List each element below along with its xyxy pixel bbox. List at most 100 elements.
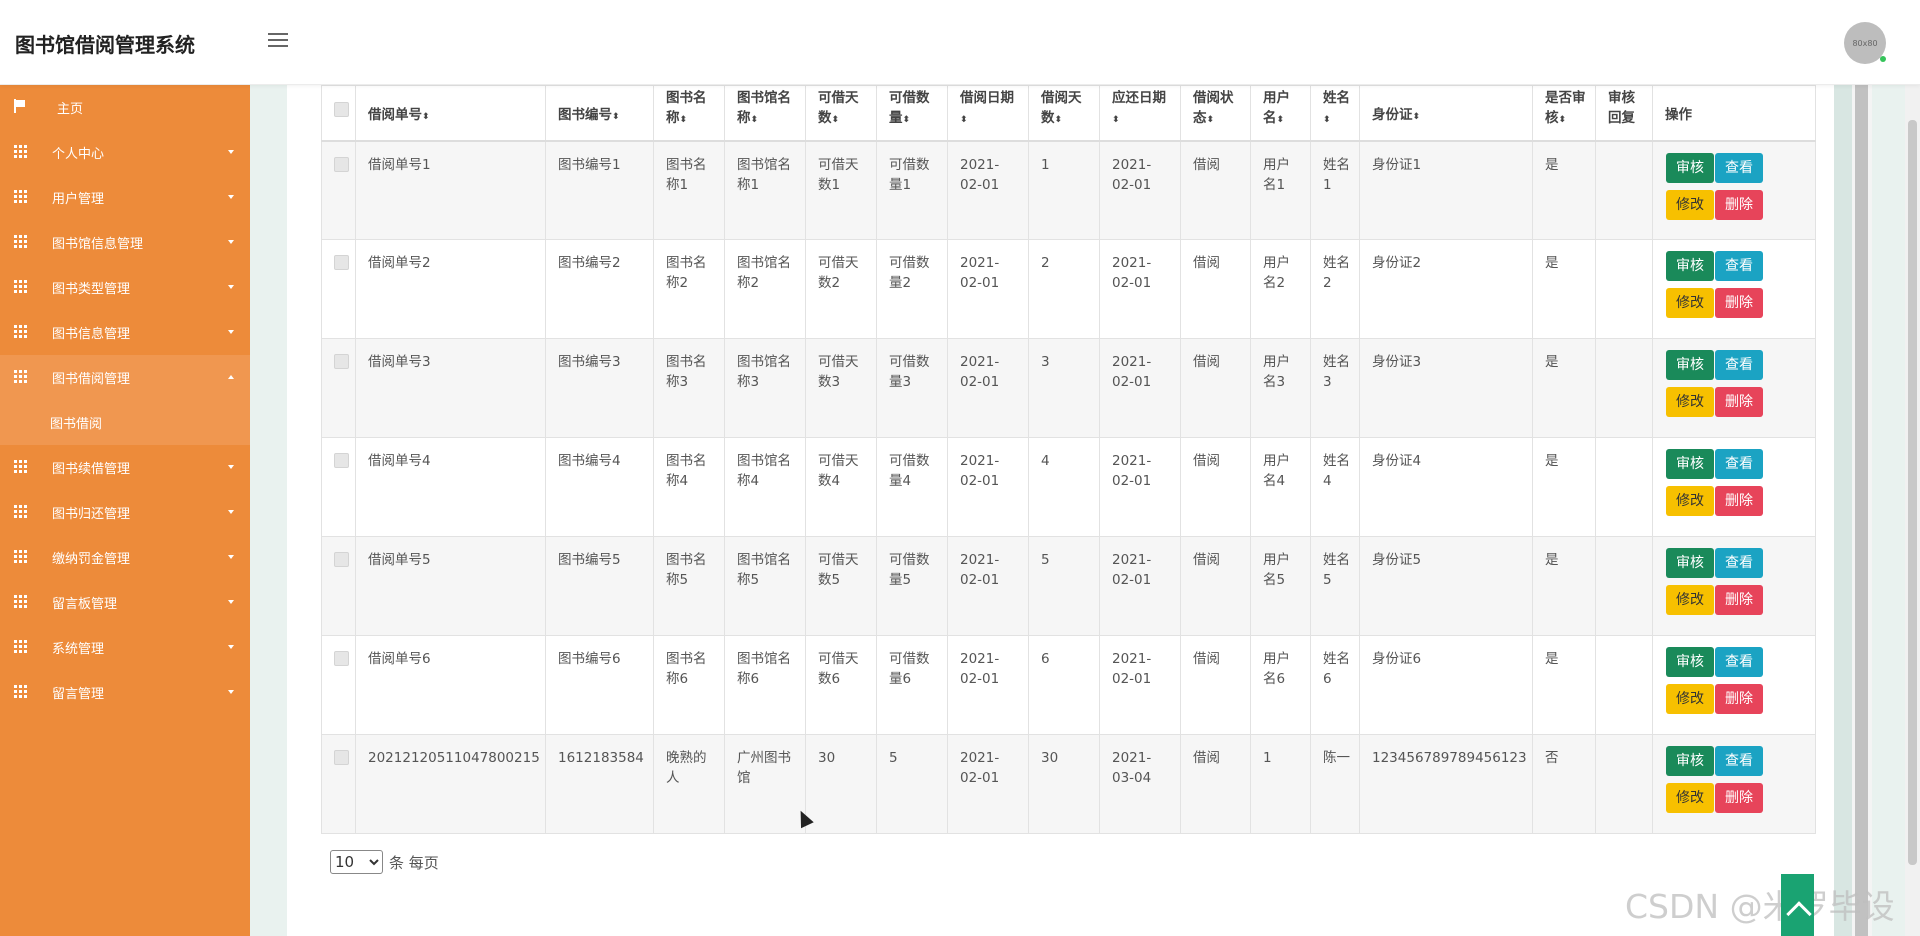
audit-button[interactable]: 审核 bbox=[1666, 548, 1714, 578]
edit-button[interactable]: 修改 bbox=[1666, 585, 1714, 615]
column-header[interactable]: 应还日期 ⬍ bbox=[1099, 85, 1181, 142]
audit-button[interactable]: 审核 bbox=[1666, 647, 1714, 677]
row-checkbox[interactable] bbox=[334, 354, 349, 369]
column-header[interactable]: 借阅状态⬍ bbox=[1180, 85, 1251, 142]
column-header[interactable]: 可借数量⬍ bbox=[876, 85, 948, 142]
sort-icon[interactable]: ⬍ bbox=[960, 115, 968, 125]
table-cell: 姓名5 bbox=[1310, 536, 1360, 636]
row-checkbox[interactable] bbox=[334, 750, 349, 765]
delete-button[interactable]: 删除 bbox=[1715, 684, 1763, 714]
column-header[interactable]: 借阅单号⬍ bbox=[355, 85, 546, 142]
sort-icon[interactable]: ⬍ bbox=[1055, 115, 1063, 125]
audit-button[interactable]: 审核 bbox=[1666, 746, 1714, 776]
edit-button[interactable]: 修改 bbox=[1666, 486, 1714, 516]
column-header[interactable]: 图书馆名称⬍ bbox=[724, 85, 806, 142]
sort-icon[interactable]: ⬍ bbox=[1277, 115, 1285, 125]
sort-icon[interactable]: ⬍ bbox=[832, 115, 840, 125]
sort-icon[interactable]: ⬍ bbox=[422, 112, 430, 122]
sort-icon[interactable]: ⬍ bbox=[1559, 115, 1567, 125]
sort-icon[interactable]: ⬍ bbox=[903, 115, 911, 125]
table-cell: 图书编号5 bbox=[545, 536, 654, 636]
view-button[interactable]: 查看 bbox=[1715, 548, 1763, 578]
table-cell: 2021-02-01 bbox=[1099, 635, 1181, 735]
page-size-select[interactable]: 10 bbox=[330, 850, 383, 874]
row-select-cell bbox=[321, 239, 356, 339]
audit-button[interactable]: 审核 bbox=[1666, 152, 1714, 183]
sidebar-item-label: 图书信息管理 bbox=[52, 327, 131, 342]
column-header[interactable]: 图书名称⬍ bbox=[653, 85, 725, 142]
view-button[interactable]: 查看 bbox=[1715, 449, 1763, 479]
view-button[interactable]: 查看 bbox=[1715, 152, 1763, 183]
column-header[interactable]: 借阅天数⬍ bbox=[1028, 85, 1100, 142]
edit-button[interactable]: 修改 bbox=[1666, 783, 1714, 813]
delete-button[interactable]: 删除 bbox=[1715, 486, 1763, 516]
sidebar-item[interactable]: 图书续借管理 bbox=[0, 445, 250, 490]
table-cell: 用户名2 bbox=[1250, 239, 1311, 339]
sort-icon[interactable]: ⬍ bbox=[1413, 112, 1421, 122]
row-select-cell bbox=[321, 635, 356, 735]
sidebar-item[interactable]: 图书信息管理 bbox=[0, 310, 250, 355]
table-cell: 用户名3 bbox=[1250, 338, 1311, 438]
column-header[interactable]: 可借天数⬍ bbox=[805, 85, 877, 142]
audit-button[interactable]: 审核 bbox=[1666, 251, 1714, 281]
sidebar-item[interactable]: 个人中心 bbox=[0, 130, 250, 175]
sidebar-item[interactable]: 图书馆信息管理 bbox=[0, 220, 250, 265]
delete-button[interactable]: 删除 bbox=[1715, 189, 1763, 220]
row-checkbox[interactable] bbox=[334, 156, 349, 172]
sidebar-item[interactable]: 缴纳罚金管理 bbox=[0, 535, 250, 580]
sidebar-item[interactable]: 留言管理 bbox=[0, 670, 250, 715]
table-cell: 图书馆名称3 bbox=[724, 338, 806, 438]
audit-button[interactable]: 审核 bbox=[1666, 350, 1714, 380]
view-button[interactable]: 查看 bbox=[1715, 350, 1763, 380]
row-checkbox[interactable] bbox=[334, 651, 349, 666]
column-header[interactable]: 图书编号⬍ bbox=[545, 85, 654, 142]
sidebar-item[interactable]: 图书借阅管理 bbox=[0, 355, 250, 400]
delete-button[interactable]: 删除 bbox=[1715, 288, 1763, 318]
grid-icon bbox=[14, 685, 27, 698]
edit-button[interactable]: 修改 bbox=[1666, 189, 1714, 220]
menu-toggle-icon[interactable] bbox=[268, 33, 288, 49]
sidebar-item[interactable]: 图书类型管理 bbox=[0, 265, 250, 310]
sidebar-item[interactable]: 用户管理 bbox=[0, 175, 250, 220]
delete-button[interactable]: 删除 bbox=[1715, 783, 1763, 813]
column-header[interactable]: 借阅日期 ⬍ bbox=[947, 85, 1029, 142]
view-button[interactable]: 查看 bbox=[1715, 251, 1763, 281]
sort-icon[interactable]: ⬍ bbox=[751, 115, 759, 125]
select-all-checkbox[interactable] bbox=[334, 102, 349, 117]
sort-icon[interactable]: ⬍ bbox=[680, 115, 688, 125]
sidebar-item[interactable]: 留言板管理 bbox=[0, 580, 250, 625]
table-cell: 是 bbox=[1532, 140, 1596, 240]
edit-button[interactable]: 修改 bbox=[1666, 288, 1714, 318]
sort-icon[interactable]: ⬍ bbox=[1112, 115, 1120, 125]
column-header[interactable]: 用户名⬍ bbox=[1250, 85, 1311, 142]
sidebar-item-label: 图书归还管理 bbox=[52, 507, 131, 522]
sidebar-subitem-borrow[interactable]: 图书借阅 bbox=[0, 400, 250, 445]
sort-icon[interactable]: ⬍ bbox=[1207, 115, 1215, 125]
page-scrollbar-thumb[interactable] bbox=[1908, 120, 1917, 865]
column-header[interactable]: 身份证⬍ bbox=[1359, 85, 1533, 142]
edit-button[interactable]: 修改 bbox=[1666, 387, 1714, 417]
table-cell: 2021-02-01 bbox=[947, 239, 1029, 339]
audit-button[interactable]: 审核 bbox=[1666, 449, 1714, 479]
row-checkbox[interactable] bbox=[334, 255, 349, 270]
view-button[interactable]: 查看 bbox=[1715, 746, 1763, 776]
frame-scrollbar-thumb[interactable] bbox=[1855, 85, 1868, 936]
row-checkbox[interactable] bbox=[334, 552, 349, 567]
row-checkbox[interactable] bbox=[334, 453, 349, 468]
delete-button[interactable]: 删除 bbox=[1715, 585, 1763, 615]
sidebar-item-home[interactable]: 主页 bbox=[0, 85, 250, 130]
sort-icon[interactable]: ⬍ bbox=[1323, 115, 1331, 125]
table-cell: 2021-02-01 bbox=[1099, 536, 1181, 636]
view-button[interactable]: 查看 bbox=[1715, 647, 1763, 677]
table-cell: 图书馆名称1 bbox=[724, 140, 806, 240]
sidebar-item[interactable]: 图书归还管理 bbox=[0, 490, 250, 535]
chevron-down-icon bbox=[228, 465, 234, 469]
sort-icon[interactable]: ⬍ bbox=[612, 112, 620, 122]
edit-button[interactable]: 修改 bbox=[1666, 684, 1714, 714]
delete-button[interactable]: 删除 bbox=[1715, 387, 1763, 417]
sidebar-item-label: 图书续借管理 bbox=[52, 462, 131, 477]
sidebar-item[interactable]: 系统管理 bbox=[0, 625, 250, 670]
column-header[interactable]: 姓名 ⬍ bbox=[1310, 85, 1360, 142]
grid-icon bbox=[14, 550, 27, 563]
column-header[interactable]: 是否审核⬍ bbox=[1532, 85, 1596, 142]
